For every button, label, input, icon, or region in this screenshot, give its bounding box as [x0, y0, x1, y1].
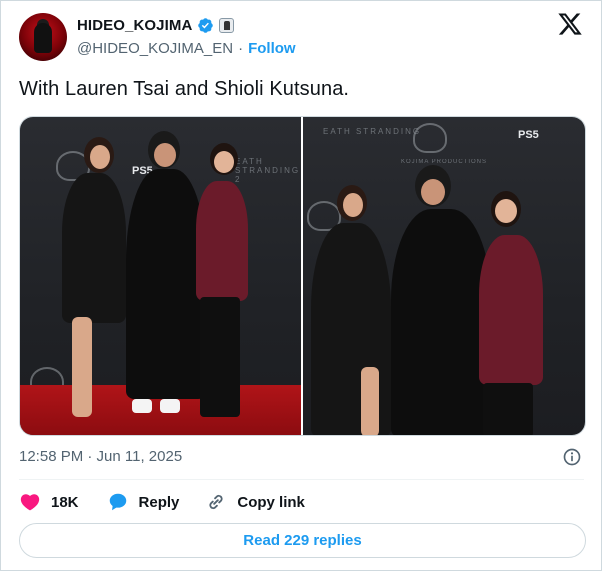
follow-button[interactable]: Follow: [248, 40, 296, 57]
copy-link-button[interactable]: Copy link: [205, 491, 305, 513]
like-button[interactable]: 18K: [19, 491, 79, 513]
link-icon: [209, 494, 223, 510]
affiliate-badge-icon: [219, 17, 235, 33]
tweet-header: HIDEO_KOJIMA @HIDEO_KOJIMA_EN · Follow: [19, 11, 585, 67]
avatar[interactable]: [19, 13, 67, 61]
reply-label: Reply: [138, 493, 180, 511]
photo-left[interactable]: EATH STRANDING 2 PS5: [20, 117, 301, 435]
reply-button[interactable]: Reply: [107, 491, 180, 513]
kojima-productions-text: KOJIMA PRODUCTIONS: [401, 159, 488, 165]
photo-right[interactable]: EATH STRANDING KOJIMA PRODUCTIONS PS5: [303, 117, 585, 435]
read-replies-button[interactable]: Read 229 replies: [19, 523, 586, 558]
like-count: 18K: [51, 493, 79, 511]
handle-row: @HIDEO_KOJIMA_EN · Follow: [77, 40, 296, 57]
x-logo-icon[interactable]: [557, 11, 583, 37]
backdrop-text-right: EATH STRANDING: [323, 127, 422, 136]
heart-icon: [20, 494, 40, 511]
display-name[interactable]: HIDEO_KOJIMA: [77, 17, 192, 34]
tweet-card: HIDEO_KOJIMA @HIDEO_KOJIMA_EN · Follow W…: [0, 0, 602, 571]
ps5-logo-right: PS5: [518, 129, 539, 141]
name-row: HIDEO_KOJIMA: [77, 15, 235, 35]
separator-dot: ·: [238, 40, 244, 57]
divider: [19, 479, 584, 480]
media-grid: EATH STRANDING 2 PS5 EATH STRANDING KOJI…: [19, 116, 586, 436]
backdrop-text-left: EATH STRANDING 2: [235, 157, 301, 184]
tweet-text: With Lauren Tsai and Shioli Kutsuna.: [19, 78, 350, 100]
verified-badge-icon: [198, 17, 214, 33]
action-bar: 18K Reply Copy link: [19, 490, 305, 514]
timestamp[interactable]: 12:58 PM · Jun 11, 2025: [19, 448, 182, 465]
handle[interactable]: @HIDEO_KOJIMA_EN: [77, 40, 233, 57]
copy-link-label: Copy link: [237, 493, 305, 511]
info-icon[interactable]: [562, 447, 582, 467]
reply-bubble-icon: [109, 493, 126, 511]
